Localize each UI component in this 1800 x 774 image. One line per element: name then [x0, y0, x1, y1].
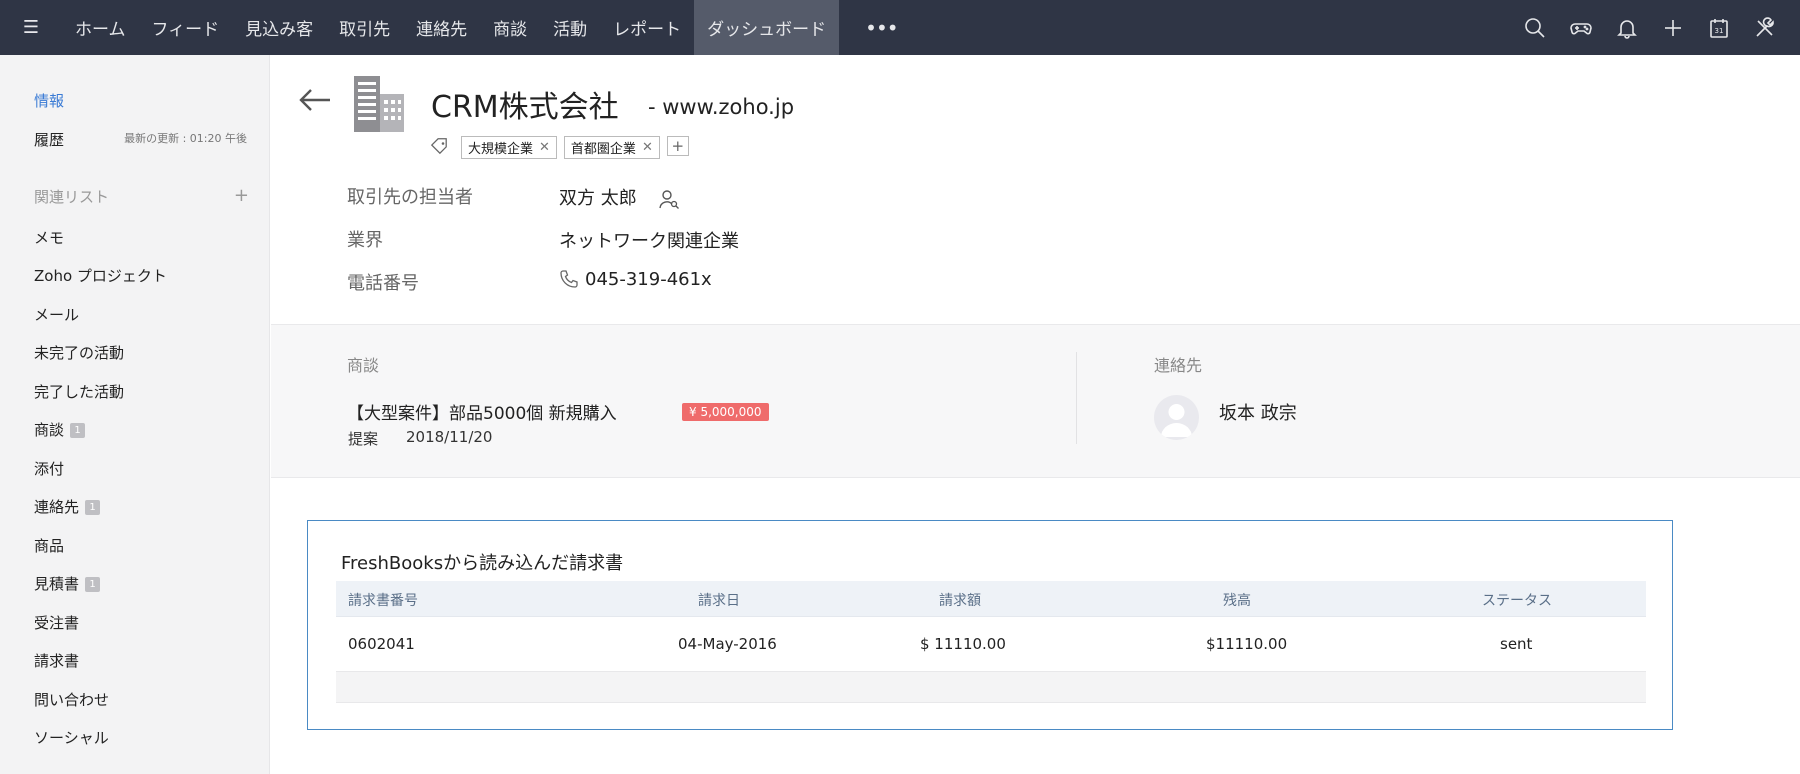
- empty-table-row: [336, 671, 1646, 703]
- column-header: ステータス: [1482, 593, 1552, 609]
- sidebar-item-notes[interactable]: メモ: [34, 227, 64, 248]
- nav-item-deals[interactable]: 商談: [480, 0, 540, 55]
- sidebar-history-link[interactable]: 履歴: [34, 129, 64, 150]
- menu-icon[interactable]: ☰: [0, 0, 62, 55]
- tag-list: 大規模企業 ✕ 首都圏企業 ✕ +: [461, 136, 689, 159]
- sidebar-item-label: 商談: [34, 421, 65, 439]
- account-name: CRM株式会社: [431, 90, 619, 125]
- sidebar-item-deals[interactable]: 商談 1: [34, 419, 86, 440]
- sidebar-item-cases[interactable]: 問い合わせ: [34, 689, 109, 710]
- deal-name[interactable]: 【大型案件】部品5000個 新規購入: [347, 399, 617, 424]
- deal-closing-date: 2018/11/20: [406, 428, 493, 446]
- column-header: 請求日: [698, 593, 740, 609]
- count-badge: 1: [85, 577, 101, 592]
- back-arrow-icon[interactable]: [298, 88, 332, 116]
- account-website[interactable]: - www.zoho.jp: [648, 95, 794, 119]
- field-value-owner: 双方 太郎: [559, 184, 680, 210]
- invoice-balance-cell: $11110.00: [1206, 635, 1288, 653]
- deal-amount-badge: ¥ 5,000,000: [682, 403, 769, 421]
- field-value-phone[interactable]: 045-319-461x: [559, 269, 712, 290]
- nav-item-accounts[interactable]: 取引先: [326, 0, 403, 55]
- gamepad-icon[interactable]: [1558, 0, 1604, 55]
- nav-item-dashboards[interactable]: ダッシュボード: [694, 0, 840, 55]
- invoice-status-cell: sent: [1500, 635, 1533, 653]
- sidebar-item-open-activities[interactable]: 未完了の活動: [34, 342, 124, 363]
- invoice-number-cell: 0602041: [348, 635, 415, 653]
- avatar: [1154, 395, 1199, 440]
- field-label-industry: 業界: [347, 230, 383, 251]
- nav-item-activities[interactable]: 活動: [540, 0, 600, 55]
- sidebar-item-social[interactable]: ソーシャル: [34, 727, 109, 748]
- invoice-amount-cell: $ 11110.00: [920, 635, 1006, 653]
- deal-stage: 提案: [348, 430, 379, 448]
- tag-chip[interactable]: 首都圏企業 ✕: [563, 136, 660, 159]
- invoice-panel-title: FreshBooksから読み込んだ請求書: [341, 553, 624, 574]
- tools-icon[interactable]: [1742, 0, 1788, 55]
- field-label-owner: 取引先の担当者: [347, 187, 473, 208]
- sidebar-item-quotes[interactable]: 見積書 1: [34, 573, 101, 594]
- count-badge: 1: [85, 500, 101, 515]
- deals-section-label: 商談: [347, 356, 380, 375]
- owner-name: 双方 太郎: [559, 188, 637, 209]
- sidebar-item-zoho-projects[interactable]: Zoho プロジェクト: [34, 265, 167, 286]
- column-header: 残高: [1223, 593, 1251, 609]
- sidebar-item-label: 見積書: [34, 575, 80, 593]
- nav-item-reports[interactable]: レポート: [600, 0, 694, 55]
- column-header: 請求額: [939, 593, 981, 609]
- invoice-date-cell: 04-May-2016: [678, 635, 777, 653]
- remove-tag-icon[interactable]: ✕: [642, 140, 653, 155]
- sidebar-item-closed-activities[interactable]: 完了した活動: [34, 381, 124, 402]
- top-nav: ☰ ホーム フィード 見込み客 取引先 連絡先 商談 活動 レポート ダッシュボ…: [0, 0, 1800, 55]
- search-icon[interactable]: [1512, 0, 1558, 55]
- sidebar-item-attachments[interactable]: 添付: [34, 458, 64, 479]
- phone-icon: [560, 270, 578, 288]
- calendar-icon[interactable]: 31: [1696, 0, 1742, 55]
- tag-chip[interactable]: 大規模企業 ✕: [461, 136, 557, 159]
- svg-text:31: 31: [1715, 27, 1724, 35]
- remove-tag-icon[interactable]: ✕: [539, 140, 550, 155]
- nav-item-home[interactable]: ホーム: [62, 0, 139, 55]
- nav-item-contacts[interactable]: 連絡先: [403, 0, 480, 55]
- add-related-list-icon[interactable]: +: [234, 185, 249, 206]
- sidebar-item-emails[interactable]: メール: [34, 304, 79, 325]
- building-icon: [350, 74, 408, 138]
- tag-label: 大規模企業: [468, 142, 534, 157]
- sidebar-item-label: 連絡先: [34, 498, 80, 516]
- more-icon[interactable]: •••: [839, 0, 923, 55]
- contact-name[interactable]: 坂本 政宗: [1219, 399, 1297, 425]
- user-search-icon[interactable]: [658, 188, 680, 210]
- tag-icon: [430, 138, 450, 160]
- table-row[interactable]: 0602041 04-May-2016 $ 11110.00 $11110.00…: [336, 616, 1646, 671]
- count-badge: 1: [70, 423, 86, 438]
- sidebar-item-sales-orders[interactable]: 受注書: [34, 612, 79, 633]
- invoice-table-header: 請求書番号 請求日 請求額 残高 ステータス: [336, 581, 1646, 616]
- sidebar-item-products[interactable]: 商品: [34, 535, 64, 556]
- field-label-phone: 電話番号: [347, 273, 419, 294]
- sidebar-info-link[interactable]: 情報: [34, 90, 64, 111]
- band-divider: [1076, 352, 1077, 444]
- contacts-section-label: 連絡先: [1154, 356, 1203, 375]
- freshbooks-invoices-panel: FreshBooksから読み込んだ請求書 請求書番号 請求日 請求額 残高 ステ…: [307, 520, 1673, 730]
- tag-label: 首都圏企業: [570, 142, 636, 157]
- field-value-industry: ネットワーク関連企業: [559, 231, 739, 252]
- sidebar: 情報 履歴 最新の更新 : 01:20 午後 関連リスト + メモ Zoho プ…: [0, 55, 270, 774]
- nav-items: ホーム フィード 見込み客 取引先 連絡先 商談 活動 レポート ダッシュボード…: [62, 0, 924, 55]
- nav-right-icons: 31: [1512, 0, 1788, 55]
- phone-number: 045-319-461x: [585, 269, 712, 290]
- bell-icon[interactable]: [1604, 0, 1650, 55]
- add-tag-button[interactable]: +: [666, 136, 689, 156]
- nav-item-leads[interactable]: 見込み客: [232, 0, 326, 55]
- last-updated-text: 最新の更新 : 01:20 午後: [124, 132, 247, 145]
- sidebar-item-contacts[interactable]: 連絡先 1: [34, 496, 101, 517]
- related-lists-heading: 関連リスト: [34, 188, 110, 206]
- plus-icon[interactable]: [1650, 0, 1696, 55]
- sidebar-item-invoices[interactable]: 請求書: [34, 650, 79, 671]
- column-header: 請求書番号: [348, 593, 418, 609]
- nav-item-feeds[interactable]: フィード: [139, 0, 233, 55]
